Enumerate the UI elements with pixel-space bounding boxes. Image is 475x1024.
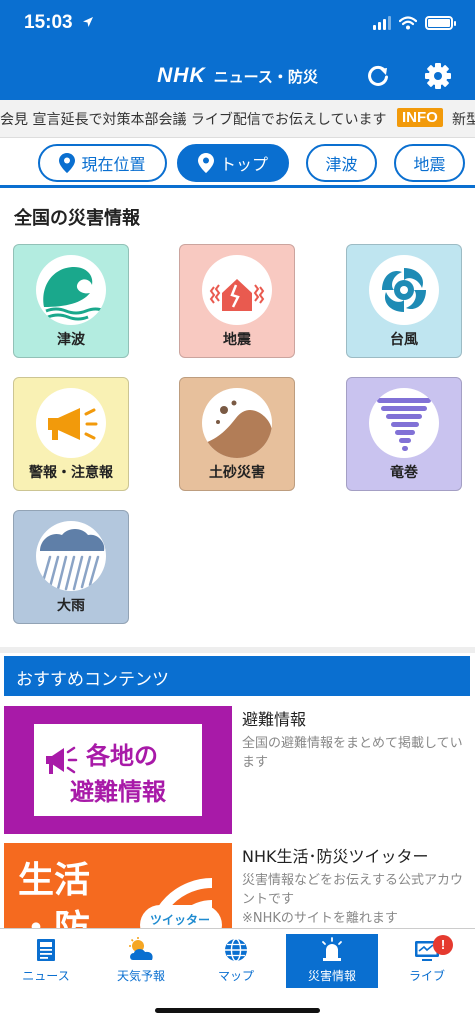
tab-label: 津波 <box>325 155 358 174</box>
status-time: 15:03 <box>24 12 73 33</box>
ticker-next-text: 新型 <box>452 112 475 128</box>
news-ticker[interactable]: 会見 宣言延長で対策本部会議 ライブ配信でお伝えしています INFO 新型 <box>0 100 475 138</box>
nav-weather[interactable]: 天気予報 <box>95 934 187 988</box>
typhoon-icon <box>369 255 439 325</box>
recommended-item-evacuation[interactable]: 各地の 避難情報 避難情報 全国の避難情報をまとめて掲載しています <box>4 706 470 836</box>
twitter-badge-label: ツイッター <box>150 913 211 927</box>
nav-label: ライブ <box>408 969 445 983</box>
nav-disaster-info[interactable]: 災害情報 <box>286 934 378 988</box>
desc-text: 災害情報などをお伝えする公式アカウントです <box>242 873 464 907</box>
nav-label: 天気予報 <box>116 969 165 983</box>
tab-earthquake[interactable]: 地震 <box>394 144 465 182</box>
heavy-rain-icon <box>36 521 106 591</box>
thumb-text-line-2: 避難情報 <box>70 778 166 806</box>
tile-label: 地震 <box>223 332 251 348</box>
gear-icon[interactable] <box>424 62 452 90</box>
tile-label: 土砂災害 <box>209 465 265 481</box>
wifi-icon <box>399 16 417 30</box>
newspaper-icon <box>37 939 55 961</box>
tile-label: 竜巻 <box>390 465 418 481</box>
reload-icon[interactable] <box>364 62 392 90</box>
tile-tornado[interactable]: 竜巻 <box>346 377 462 491</box>
landslide-icon <box>202 388 272 458</box>
tile-label: 台風 <box>390 332 418 348</box>
location-arrow-icon <box>83 17 93 27</box>
nav-label: ニュース <box>22 969 70 983</box>
tab-current-location[interactable]: 現在位置 <box>38 144 167 182</box>
tab-tsunami[interactable]: 津波 <box>306 144 377 182</box>
status-indicators <box>373 14 456 32</box>
weather-icon <box>129 937 153 960</box>
tab-label: 現在位置 <box>81 155 146 174</box>
section-divider <box>0 647 475 653</box>
app-header: 15:03 NHK ニュース・防災 <box>0 0 475 100</box>
app-subtitle: ニュース・防災 <box>213 68 318 86</box>
thumb-text-line-1: 各地の <box>86 742 158 770</box>
recommended-item-title: 避難情報 <box>242 710 307 729</box>
recommended-item-twitter[interactable]: 生活 ・防 ツイッター NHK生活･防災ツイッター 災害情報などをお伝えする公式… <box>4 843 470 933</box>
nav-label: マップ <box>217 969 254 983</box>
location-pin-icon <box>59 153 76 173</box>
battery-icon <box>425 16 456 30</box>
app-title: NHK ニュース・防災 <box>0 64 475 88</box>
tile-earthquake[interactable]: 地震 <box>179 244 295 358</box>
tile-label: 津波 <box>57 332 85 348</box>
tile-label: 大雨 <box>57 598 85 614</box>
thumb-text-line-1: 生活 <box>18 860 91 901</box>
status-bar: 15:03 <box>0 0 475 46</box>
location-tabs: 現在位置 トップ 津波 地震 <box>0 138 475 188</box>
tile-tsunami[interactable]: 津波 <box>13 244 129 358</box>
tile-label: 警報・注意報 <box>29 465 113 481</box>
tab-label: 地震 <box>413 155 446 174</box>
globe-icon <box>225 938 247 962</box>
nav-live[interactable]: ライブ ! <box>381 934 473 988</box>
recommended-item-title: NHK生活･防災ツイッター <box>242 847 429 866</box>
nhk-logo: NHK <box>157 64 206 87</box>
twitter-thumbnail: 生活 ・防 ツイッター <box>4 843 232 933</box>
tsunami-icon <box>36 255 106 325</box>
live-alert-badge: ! <box>433 935 453 955</box>
recommended-item-desc: 災害情報などをお伝えする公式アカウントです ※NHKのサイトを離れます <box>242 871 470 928</box>
external-link-note: ※NHKのサイトを離れます <box>242 911 398 926</box>
nav-label: 災害情報 <box>307 969 356 983</box>
tile-warnings[interactable]: 警報・注意報 <box>13 377 129 491</box>
tile-typhoon[interactable]: 台風 <box>346 244 462 358</box>
nav-map[interactable]: マップ <box>190 934 282 988</box>
tile-heavy-rain[interactable]: 大雨 <box>13 510 129 624</box>
ticker-text: 会見 宣言延長で対策本部会議 ライブ配信でお伝えしています <box>0 112 387 128</box>
evacuation-thumbnail: 各地の 避難情報 <box>4 706 232 834</box>
earthquake-icon <box>202 255 272 325</box>
megaphone-icon <box>36 388 106 458</box>
tile-landslide[interactable]: 土砂災害 <box>179 377 295 491</box>
cellular-signal-icon <box>373 16 391 30</box>
location-pin-icon <box>197 153 214 173</box>
recommended-section-title: おすすめコンテンツ <box>4 656 470 696</box>
ticker-info-badge: INFO <box>397 108 443 127</box>
tornado-icon <box>369 388 439 458</box>
tab-top[interactable]: トップ <box>177 144 289 182</box>
disaster-section-title: 全国の災害情報 <box>14 208 140 229</box>
recommended-item-desc: 全国の避難情報をまとめて掲載しています <box>242 736 463 770</box>
home-indicator <box>155 1008 320 1013</box>
nav-news[interactable]: ニュース <box>0 934 92 988</box>
siren-icon <box>322 937 342 961</box>
tab-label: トップ <box>219 155 268 174</box>
